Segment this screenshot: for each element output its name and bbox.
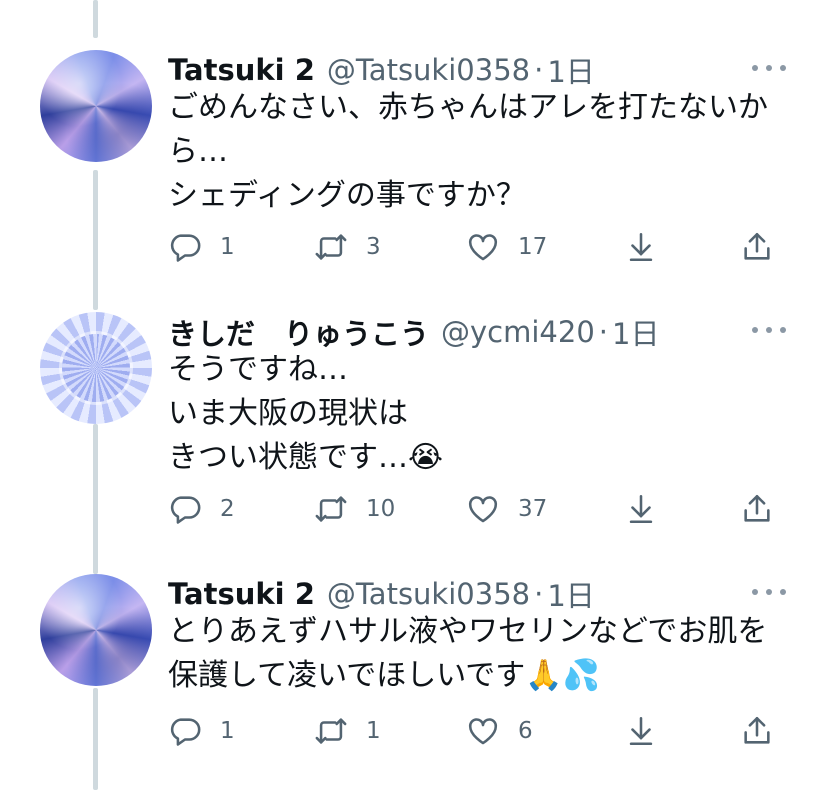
like-count: 17 — [518, 234, 548, 260]
tweet-text-line: ら… — [168, 134, 228, 169]
retweet-count: 1 — [366, 718, 381, 744]
download-button[interactable] — [624, 489, 658, 529]
tweet[interactable]: きしだ りゅうこう @ycmi420 · 1日 そうですね… いま大阪の現状は … — [0, 312, 828, 542]
like-icon — [466, 714, 500, 748]
download-icon — [624, 714, 658, 748]
author-name[interactable]: Tatsuki 2 — [168, 577, 315, 611]
like-icon — [466, 230, 500, 264]
share-icon — [740, 492, 774, 526]
avatar[interactable] — [40, 50, 152, 162]
separator-dot: · — [534, 53, 544, 87]
like-count: 6 — [518, 718, 533, 744]
more-icon[interactable] — [752, 582, 786, 602]
avatar[interactable] — [40, 312, 152, 424]
retweet-button[interactable]: 10 — [314, 489, 395, 529]
tweet-text-line: そうですね… — [168, 352, 348, 387]
share-button[interactable] — [740, 711, 774, 751]
reply-button[interactable]: 1 — [168, 227, 235, 267]
tweet-text-line: いま大阪の現状は — [168, 396, 408, 431]
download-button[interactable] — [624, 711, 658, 751]
like-icon — [466, 492, 500, 526]
reply-count: 2 — [220, 496, 235, 522]
separator-dot: · — [598, 315, 608, 349]
download-icon — [624, 492, 658, 526]
reply-count: 1 — [220, 234, 235, 260]
author-handle[interactable]: @ycmi420 — [441, 315, 595, 349]
like-button[interactable]: 6 — [466, 711, 533, 751]
timestamp[interactable]: 1日 — [547, 49, 594, 91]
like-button[interactable]: 17 — [466, 227, 547, 267]
retweet-button[interactable]: 3 — [314, 227, 381, 267]
author-handle[interactable]: @Tatsuki0358 — [327, 53, 530, 87]
timestamp[interactable]: 1日 — [547, 573, 594, 615]
tweet-header: Tatsuki 2 @Tatsuki0358 · 1日 — [168, 574, 595, 614]
share-icon — [740, 230, 774, 264]
reply-count: 1 — [220, 718, 235, 744]
tweet-text-line: きつい状態です…😭 — [168, 440, 444, 475]
retweet-count: 10 — [366, 496, 396, 522]
download-button[interactable] — [624, 227, 658, 267]
retweet-icon — [314, 714, 348, 748]
reply-button[interactable]: 1 — [168, 711, 235, 751]
reply-icon — [168, 492, 202, 526]
tweet-text: ごめんなさい、赤ちゃんはアレを打たないか ら… シェディングの事ですか？ — [168, 86, 788, 218]
tweet-text-line: 保護して凌いでほしいです🙏💦 — [168, 658, 601, 693]
tweet-actions: 2 10 37 — [168, 489, 788, 529]
tweet-actions: 1 3 17 — [168, 227, 788, 267]
like-count: 37 — [518, 496, 548, 522]
retweet-icon — [314, 492, 348, 526]
reply-icon — [168, 230, 202, 264]
author-name[interactable]: Tatsuki 2 — [168, 53, 315, 87]
tweet-text: そうですね… いま大阪の現状は きつい状態です…😭 — [168, 348, 788, 480]
download-icon — [624, 230, 658, 264]
tweet-text: とりあえずハサル液やワセリンなどでお肌を 保護して凌いでほしいです🙏💦 — [168, 610, 788, 698]
reply-button[interactable]: 2 — [168, 489, 235, 529]
tweet-header: きしだ りゅうこう @ycmi420 · 1日 — [168, 312, 659, 352]
retweet-button[interactable]: 1 — [314, 711, 381, 751]
author-name[interactable]: きしだ りゅうこう — [168, 311, 429, 353]
tweet[interactable]: Tatsuki 2 @Tatsuki0358 · 1日 とりあえずハサル液やワセ… — [0, 574, 828, 774]
timestamp[interactable]: 1日 — [612, 311, 659, 353]
tweet-text-line: シェディングの事ですか？ — [168, 178, 526, 213]
tweet[interactable]: Tatsuki 2 @Tatsuki0358 · 1日 ごめんなさい、赤ちゃんは… — [0, 50, 828, 280]
more-icon[interactable] — [752, 320, 786, 340]
retweet-count: 3 — [366, 234, 381, 260]
tweet-actions: 1 1 6 — [168, 711, 788, 751]
separator-dot: · — [534, 577, 544, 611]
avatar[interactable] — [40, 574, 152, 686]
share-button[interactable] — [740, 227, 774, 267]
share-button[interactable] — [740, 489, 774, 529]
tweet-text-line: とりあえずハサル液やワセリンなどでお肌を — [168, 614, 768, 649]
tweet-text-line: ごめんなさい、赤ちゃんはアレを打たないか — [168, 90, 768, 125]
reply-icon — [168, 714, 202, 748]
author-handle[interactable]: @Tatsuki0358 — [327, 577, 530, 611]
tweet-header: Tatsuki 2 @Tatsuki0358 · 1日 — [168, 50, 595, 90]
more-icon[interactable] — [752, 58, 786, 78]
like-button[interactable]: 37 — [466, 489, 547, 529]
share-icon — [740, 714, 774, 748]
thread-line-top — [93, 0, 98, 38]
retweet-icon — [314, 230, 348, 264]
